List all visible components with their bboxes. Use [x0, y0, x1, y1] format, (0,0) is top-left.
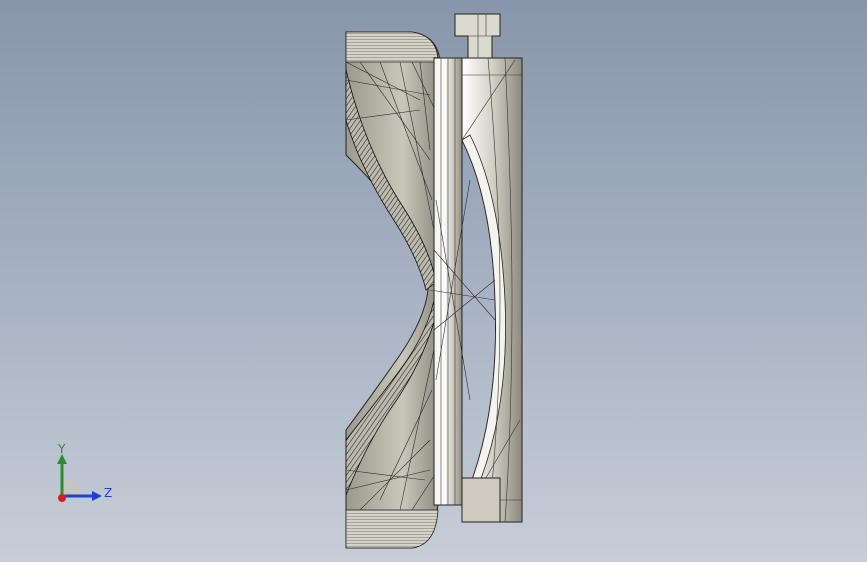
- z-axis-arrow: [92, 491, 102, 501]
- z-axis-label: Z: [104, 486, 113, 500]
- coordinate-triad: Y Z: [48, 440, 128, 510]
- bottom-flange-mesh: [345, 509, 439, 549]
- bottom-tab: [461, 477, 501, 523]
- graphics-viewport[interactable]: Y Z: [0, 0, 867, 562]
- x-axis-dot: [58, 494, 66, 502]
- y-axis-label: Y: [58, 442, 66, 456]
- right-strip: [461, 57, 523, 523]
- top-flange-mesh: [345, 31, 439, 63]
- mesh-model[interactable]: [0, 0, 867, 562]
